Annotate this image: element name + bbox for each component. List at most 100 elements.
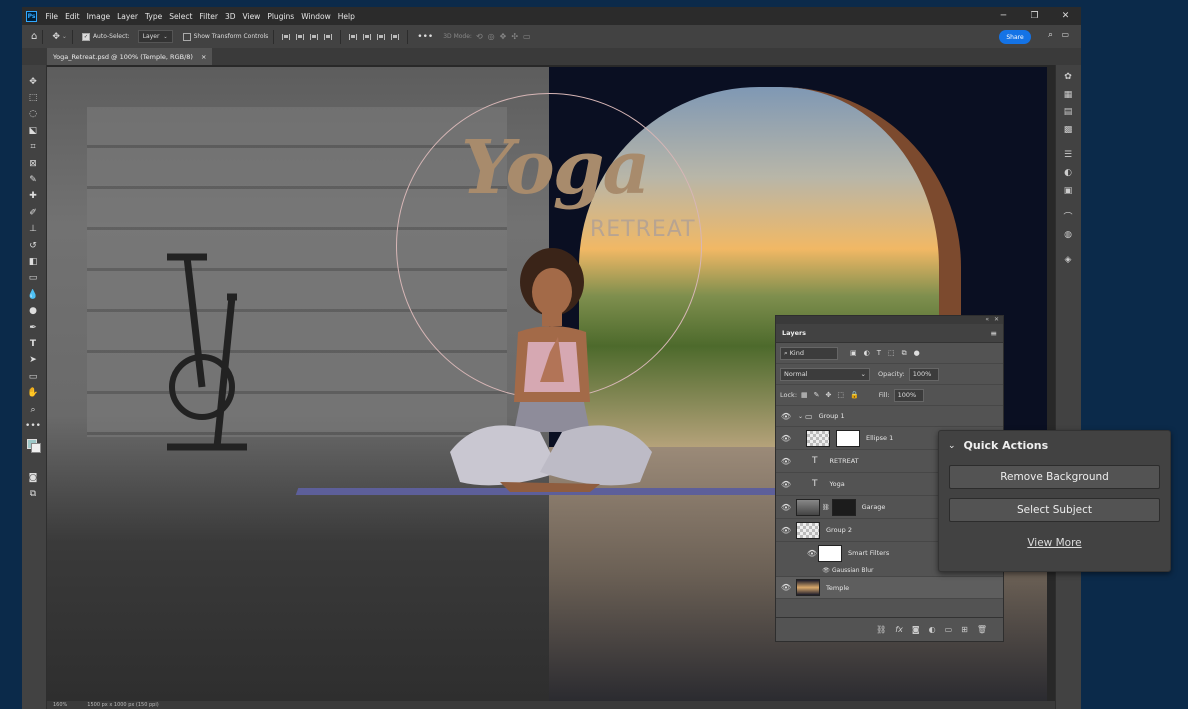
menu-layer[interactable]: Layer — [114, 12, 142, 21]
filter-toggle-icon[interactable]: ● — [914, 349, 920, 358]
lasso-tool-icon[interactable]: ◌ — [26, 107, 40, 120]
lock-image-icon[interactable]: ✎ — [814, 391, 820, 399]
smart-object-filter-icon[interactable]: ⧉ — [902, 349, 907, 358]
chevron-down-icon[interactable]: ⌄ — [798, 413, 803, 420]
blur-tool-icon[interactable]: 💧 — [26, 288, 40, 301]
channels-panel-icon[interactable]: ◍ — [1062, 229, 1074, 241]
type-filter-icon[interactable]: T — [877, 349, 881, 358]
visibility-eye-icon[interactable]: 👁 — [780, 583, 792, 592]
menu-3d[interactable]: 3D — [221, 12, 239, 21]
layers-tab[interactable]: Layers — [782, 329, 806, 337]
quick-mask-icon[interactable]: ◙ — [26, 471, 40, 484]
move-tool-icon[interactable]: ✥ — [26, 75, 40, 88]
image-filter-icon[interactable]: ▣ — [850, 349, 857, 358]
pen-tool-icon[interactable]: ✒ — [26, 321, 40, 334]
delete-layer-icon[interactable]: 🗑 — [977, 625, 987, 634]
new-layer-icon[interactable]: ⊞ — [961, 625, 968, 634]
eyedropper-tool-icon[interactable]: ✎ — [26, 173, 40, 186]
link-icon[interactable]: ⛓ — [822, 504, 830, 511]
menu-select[interactable]: Select — [166, 12, 196, 21]
search-icon[interactable]: ⌕ — [1048, 30, 1053, 40]
close-tab-icon[interactable]: × — [201, 53, 206, 61]
path-selection-tool-icon[interactable]: ➤ — [26, 353, 40, 366]
view-more-link[interactable]: View More — [939, 537, 1170, 549]
align-center-icon[interactable] — [295, 32, 305, 42]
opacity-input[interactable]: 100% — [908, 367, 939, 381]
menu-plugins[interactable]: Plugins — [264, 12, 298, 21]
lock-position-icon[interactable]: ✥ — [826, 391, 832, 399]
patterns-panel-icon[interactable]: ▩ — [1062, 124, 1074, 136]
more-options-icon[interactable]: ••• — [417, 30, 433, 44]
menu-file[interactable]: File — [42, 12, 62, 21]
remove-background-button[interactable]: Remove Background — [949, 465, 1160, 489]
blend-mode-dropdown[interactable]: Normal ⌄ — [780, 367, 870, 381]
auto-select-checkbox[interactable]: ✓ Auto-Select: — [81, 30, 130, 44]
hand-tool-icon[interactable]: ✋ — [26, 386, 40, 399]
lock-all-icon[interactable]: 🔒 — [850, 391, 859, 399]
align-middle-icon[interactable] — [362, 32, 372, 42]
healing-brush-tool-icon[interactable]: ✚ — [26, 189, 40, 202]
layer-row-temple[interactable]: 👁 Temple — [776, 577, 1003, 599]
panel-menu-icon[interactable]: ≡ — [990, 329, 997, 338]
clone-stamp-tool-icon[interactable]: ⊥ — [26, 222, 40, 235]
color-panel-icon[interactable]: ✿ — [1062, 71, 1074, 83]
gradient-tool-icon[interactable]: ▭ — [26, 271, 40, 284]
gradients-panel-icon[interactable]: ▤ — [1062, 106, 1074, 118]
visibility-eye-icon[interactable]: 👁 — [780, 503, 792, 512]
menu-edit[interactable]: Edit — [62, 12, 84, 21]
fx-icon[interactable]: fx — [895, 625, 903, 634]
chevron-down-icon[interactable]: ⌄ — [948, 441, 956, 451]
add-mask-icon[interactable]: ◙ — [912, 625, 920, 634]
dodge-tool-icon[interactable]: ● — [26, 304, 40, 317]
layers-panel-icon[interactable]: ◈ — [1062, 254, 1074, 266]
swatches-panel-icon[interactable]: ▦ — [1062, 89, 1074, 101]
frame-tool-icon[interactable]: ⊠ — [26, 157, 40, 170]
object-select-tool-icon[interactable]: ⬕ — [26, 124, 40, 137]
more-tools-icon[interactable]: ••• — [25, 419, 41, 432]
type-tool-icon[interactable]: T — [26, 337, 40, 350]
visibility-eye-icon[interactable]: 👁 — [780, 434, 792, 443]
kind-filter-dropdown[interactable]: ⌕ Kind — [780, 346, 838, 360]
fill-input[interactable]: 100% — [893, 388, 924, 402]
zoom-level[interactable]: 160% — [53, 702, 67, 708]
distribute-icon[interactable] — [323, 32, 333, 42]
close-panel-icon[interactable]: ✕ — [994, 316, 999, 323]
link-layers-icon[interactable]: ⛓ — [876, 625, 886, 634]
align-bottom-icon[interactable] — [376, 32, 386, 42]
adjustment-layer-icon[interactable]: ◐ — [929, 625, 936, 634]
align-top-icon[interactable] — [348, 32, 358, 42]
align-left-icon[interactable] — [281, 32, 291, 42]
align-right-icon[interactable] — [309, 32, 319, 42]
crop-tool-icon[interactable]: ⌗ — [26, 140, 40, 153]
distribute-vertical-icon[interactable] — [390, 32, 400, 42]
visibility-eye-icon[interactable]: 👁 — [780, 412, 792, 421]
chevron-down-icon[interactable]: ⌄ — [62, 30, 67, 44]
document-tab[interactable]: Yoga_Retreat.psd @ 100% (Temple, RGB/8) … — [47, 48, 214, 65]
menu-view[interactable]: View — [239, 12, 264, 21]
menu-help[interactable]: Help — [334, 12, 358, 21]
visibility-eye-icon[interactable]: 👁 — [806, 549, 818, 558]
menu-image[interactable]: Image — [83, 12, 114, 21]
show-transform-checkbox[interactable]: Show Transform Controls — [182, 30, 268, 44]
marquee-tool-icon[interactable]: ⬚ — [26, 91, 40, 104]
menu-window[interactable]: Window — [298, 12, 335, 21]
eraser-tool-icon[interactable]: ◧ — [26, 255, 40, 268]
layer-row-group-1[interactable]: 👁 ⌄ ▭ Group 1 — [776, 406, 1003, 427]
shape-filter-icon[interactable]: ⬚ — [888, 349, 895, 358]
zoom-tool-icon[interactable]: ⌕ — [26, 403, 40, 416]
lock-transparent-icon[interactable]: ▦ — [801, 391, 808, 399]
share-button[interactable]: Share — [999, 30, 1031, 44]
visibility-eye-icon[interactable]: 👁 — [780, 457, 792, 466]
select-subject-button[interactable]: Select Subject — [949, 498, 1160, 522]
adjustment-filter-icon[interactable]: ◐ — [864, 349, 870, 358]
home-icon[interactable]: ⌂ — [31, 30, 37, 44]
lock-artboard-icon[interactable]: ⬚ — [837, 391, 844, 399]
menu-type[interactable]: Type — [142, 12, 166, 21]
visibility-eye-icon[interactable]: 👁 — [780, 480, 792, 489]
visibility-eye-icon[interactable]: 👁 — [820, 567, 832, 574]
brush-tool-icon[interactable]: ✐ — [26, 206, 40, 219]
visibility-eye-icon[interactable]: 👁 — [780, 526, 792, 535]
new-group-icon[interactable]: ▭ — [945, 625, 953, 634]
color-swatches-icon[interactable] — [26, 437, 41, 453]
auto-select-dropdown[interactable]: Layer ⌄ — [137, 30, 173, 44]
